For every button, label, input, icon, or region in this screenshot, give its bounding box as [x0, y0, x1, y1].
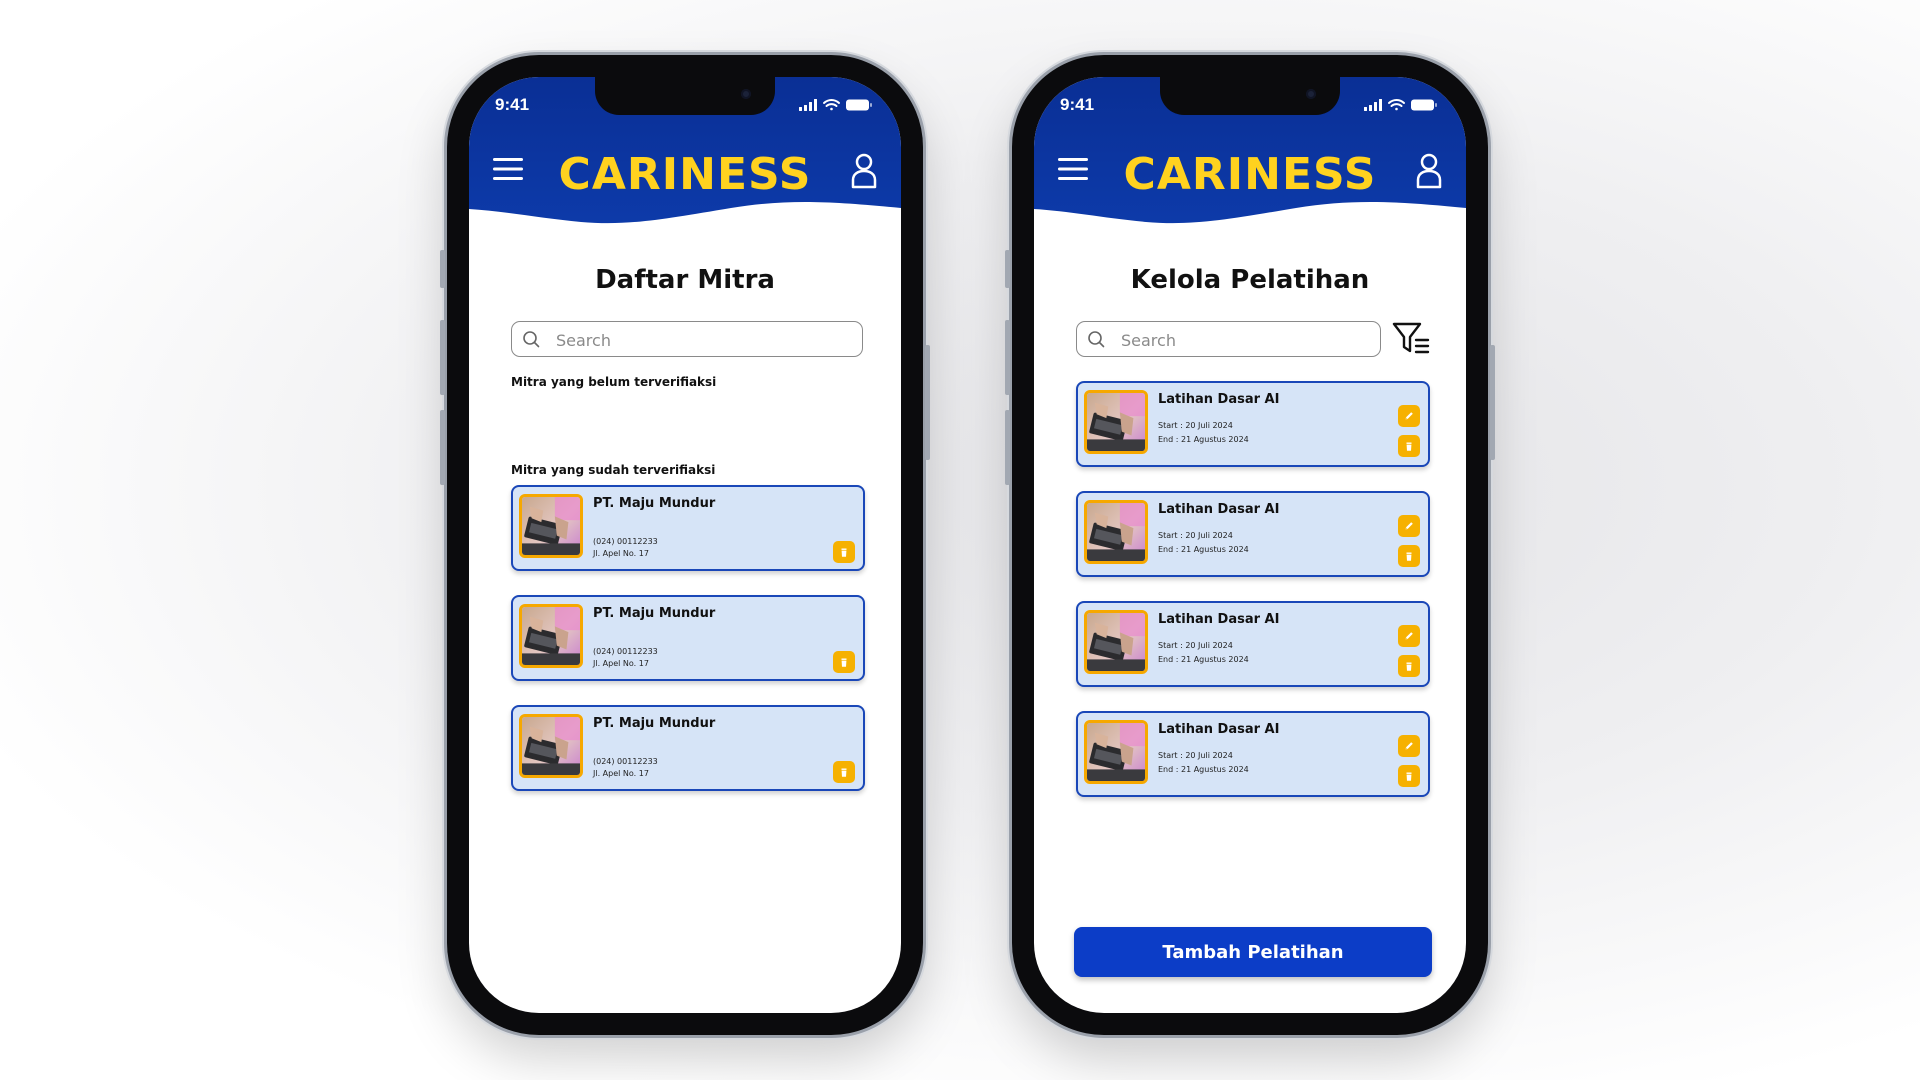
screen-daftar-mitra: 9:41 CARINESS Daftar Mitra Search Mitra … — [469, 77, 901, 1013]
pelatihan-end-date: End : 21 Agustus 2024 — [1158, 545, 1249, 554]
status-icons — [1364, 97, 1438, 116]
mitra-address: Jl. Apel No. 17 — [593, 549, 649, 558]
wifi-icon — [1388, 99, 1405, 111]
trash-icon — [1406, 552, 1412, 561]
search-input[interactable] — [1119, 326, 1363, 354]
volume-up-button — [440, 320, 445, 395]
edit-button[interactable] — [1398, 735, 1420, 757]
edit-icon — [1405, 522, 1413, 530]
mitra-address: Jl. Apel No. 17 — [593, 769, 649, 778]
pelatihan-start-date: Start : 20 Juli 2024 — [1158, 421, 1233, 430]
tambah-pelatihan-button[interactable]: Tambah Pelatihan — [1074, 927, 1432, 977]
delete-button[interactable] — [1398, 765, 1420, 787]
pelatihan-card[interactable]: Latihan Dasar AI Start : 20 Juli 2024 En… — [1076, 601, 1430, 687]
mitra-thumbnail — [519, 714, 583, 778]
edit-icon — [1405, 412, 1413, 420]
trash-icon — [1406, 772, 1412, 781]
wifi-icon — [823, 99, 840, 111]
pelatihan-name: Latihan Dasar AI — [1158, 502, 1280, 517]
delete-button[interactable] — [1398, 545, 1420, 567]
trash-icon — [1406, 662, 1412, 671]
pelatihan-card[interactable]: Latihan Dasar AI Start : 20 Juli 2024 En… — [1076, 381, 1430, 467]
pelatihan-start-date: Start : 20 Juli 2024 — [1158, 751, 1233, 760]
delete-button[interactable] — [1398, 435, 1420, 457]
search-icon — [523, 331, 540, 348]
mitra-name: PT. Maju Mundur — [593, 496, 716, 511]
front-camera — [1306, 89, 1316, 99]
mitra-card[interactable]: PT. Maju Mundur (024) 00112233 Jl. Apel … — [511, 705, 865, 791]
status-time: 9:41 — [495, 95, 530, 114]
edit-icon — [1405, 742, 1413, 750]
mitra-phone: (024) 00112233 — [593, 757, 658, 766]
volume-down-button — [440, 410, 445, 485]
pelatihan-thumbnail — [1084, 500, 1148, 564]
delete-button[interactable] — [833, 541, 855, 563]
notch — [595, 77, 775, 115]
edit-button[interactable] — [1398, 515, 1420, 537]
mitra-phone: (024) 00112233 — [593, 537, 658, 546]
mitra-thumbnail — [519, 494, 583, 558]
pelatihan-start-date: Start : 20 Juli 2024 — [1158, 531, 1233, 540]
pelatihan-end-date: End : 21 Agustus 2024 — [1158, 765, 1249, 774]
verified-section-label: Mitra yang sudah terverifiaksi — [511, 463, 716, 477]
user-icon[interactable] — [851, 153, 877, 189]
pelatihan-card[interactable]: Latihan Dasar AI Start : 20 Juli 2024 En… — [1076, 491, 1430, 577]
phone-mitra: 9:41 CARINESS Daftar Mitra Search Mitra … — [440, 55, 930, 1035]
signal-icon — [799, 99, 817, 111]
pelatihan-end-date: End : 21 Agustus 2024 — [1158, 655, 1249, 664]
edit-button[interactable] — [1398, 625, 1420, 647]
app-title: CARINESS — [1123, 149, 1377, 200]
search-icon — [1088, 331, 1105, 348]
notch — [1160, 77, 1340, 115]
phone-pelatihan: 9:41 CARINESS Kelola Pelatihan Search La… — [1005, 55, 1495, 1035]
edit-button[interactable] — [1398, 405, 1420, 427]
mitra-card[interactable]: PT. Maju Mundur (024) 00112233 Jl. Apel … — [511, 485, 865, 571]
mitra-card[interactable]: PT. Maju Mundur (024) 00112233 Jl. Apel … — [511, 595, 865, 681]
delete-button[interactable] — [833, 651, 855, 673]
user-icon[interactable] — [1416, 153, 1442, 189]
page-title: Daftar Mitra — [595, 265, 775, 295]
page-title: Kelola Pelatihan — [1130, 265, 1370, 295]
pelatihan-name: Latihan Dasar AI — [1158, 392, 1280, 407]
search-box[interactable] — [511, 321, 863, 357]
pelatihan-card[interactable]: Latihan Dasar AI Start : 20 Juli 2024 En… — [1076, 711, 1430, 797]
delete-button[interactable] — [833, 761, 855, 783]
pelatihan-name: Latihan Dasar AI — [1158, 722, 1280, 737]
search-input[interactable] — [554, 326, 798, 354]
power-button — [1490, 345, 1495, 460]
edit-icon — [1405, 632, 1413, 640]
mitra-thumbnail — [519, 604, 583, 668]
mute-switch — [440, 250, 445, 288]
mitra-address: Jl. Apel No. 17 — [593, 659, 649, 668]
trash-icon — [1406, 442, 1412, 451]
trash-icon — [841, 768, 847, 777]
mute-switch — [1005, 250, 1010, 288]
pelatihan-end-date: End : 21 Agustus 2024 — [1158, 435, 1249, 444]
trash-icon — [841, 548, 847, 557]
pelatihan-thumbnail — [1084, 610, 1148, 674]
filter-icon[interactable] — [1391, 321, 1431, 357]
battery-icon — [846, 99, 872, 111]
pelatihan-thumbnail — [1084, 720, 1148, 784]
app-title: CARINESS — [558, 149, 812, 200]
status-icons — [799, 97, 873, 116]
front-camera — [741, 89, 751, 99]
search-box[interactable] — [1076, 321, 1381, 357]
battery-icon — [1411, 99, 1437, 111]
mitra-name: PT. Maju Mundur — [593, 606, 716, 621]
signal-icon — [1364, 99, 1382, 111]
pelatihan-thumbnail — [1084, 390, 1148, 454]
trash-icon — [841, 658, 847, 667]
pelatihan-start-date: Start : 20 Juli 2024 — [1158, 641, 1233, 650]
pelatihan-name: Latihan Dasar AI — [1158, 612, 1280, 627]
mitra-name: PT. Maju Mundur — [593, 716, 716, 731]
screen-kelola-pelatihan: 9:41 CARINESS Kelola Pelatihan Search La… — [1034, 77, 1466, 1013]
volume-down-button — [1005, 410, 1010, 485]
unverified-section-label: Mitra yang belum terverifiaksi — [511, 375, 717, 389]
volume-up-button — [1005, 320, 1010, 395]
mitra-phone: (024) 00112233 — [593, 647, 658, 656]
delete-button[interactable] — [1398, 655, 1420, 677]
power-button — [925, 345, 930, 460]
status-time: 9:41 — [1060, 95, 1095, 114]
